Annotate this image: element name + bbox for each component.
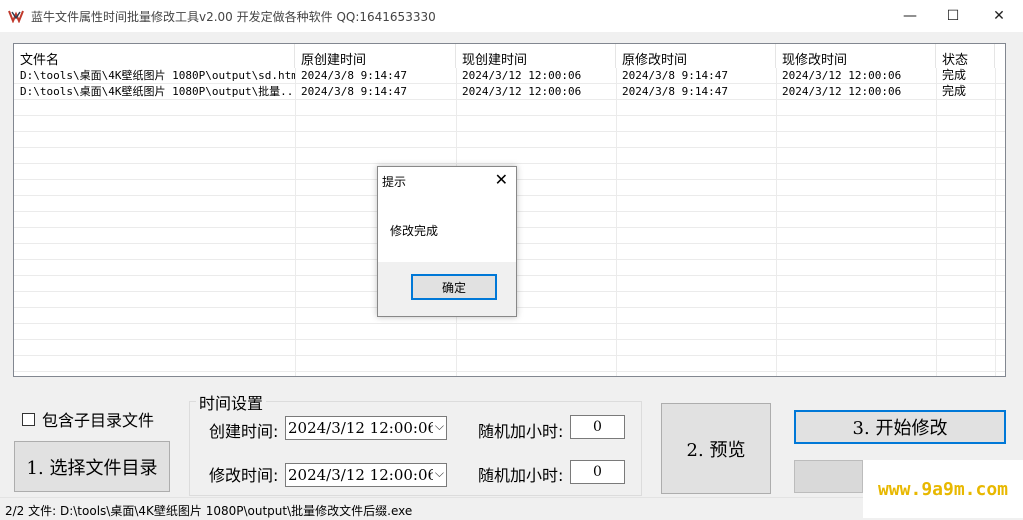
list-header: 文件名 原创建时间 现创建时间 原修改时间 现修改时间 状态 bbox=[14, 44, 995, 68]
title-bar: 蓝牛文件属性时间批量修改工具v2.00 开发定做各种软件 QQ:16416533… bbox=[0, 0, 1023, 32]
create-time-picker[interactable]: 2024/3/12 12:00:06 ⌵ bbox=[285, 416, 447, 440]
random-hours-input-1[interactable]: 0 bbox=[570, 415, 625, 439]
window-title: 蓝牛文件属性时间批量修改工具v2.00 开发定做各种软件 QQ:16416533… bbox=[31, 10, 436, 24]
modify-time-value: 2024/3/12 12:00:06 bbox=[288, 466, 438, 484]
message-dialog: 提示 ✕ 修改完成 确定 bbox=[377, 166, 517, 317]
table-row[interactable]: D:\tools\桌面\4K壁纸图片 1080P\output\sd.htm 2… bbox=[14, 68, 1005, 84]
cell-status: 完成 bbox=[942, 68, 967, 82]
create-time-label: 创建时间: bbox=[209, 422, 279, 441]
create-time-value: 2024/3/12 12:00:06 bbox=[288, 419, 438, 437]
cell-filename: D:\tools\桌面\4K壁纸图片 1080P\output\sd.htm bbox=[20, 69, 295, 82]
dialog-footer: 确定 bbox=[378, 262, 516, 316]
modify-time-picker[interactable]: 2024/3/12 12:00:06 ⌵ bbox=[285, 463, 447, 487]
dialog-title: 提示 bbox=[382, 175, 407, 189]
watermark: www.9a9m.com bbox=[863, 460, 1023, 518]
include-subdirs-checkbox[interactable]: 包含子目录文件 bbox=[22, 407, 154, 431]
random-hours-input-2[interactable]: 0 bbox=[570, 460, 625, 484]
cell-orig-created: 2024/3/8 9:14:47 bbox=[301, 69, 407, 82]
cell-status: 完成 bbox=[942, 84, 967, 98]
table-row[interactable]: D:\tools\桌面\4K壁纸图片 1080P\output\批量... 20… bbox=[14, 84, 1005, 100]
column-header-new-modified[interactable]: 现修改时间 bbox=[776, 44, 936, 68]
cell-orig-created: 2024/3/8 9:14:47 bbox=[301, 85, 407, 98]
progress-bar bbox=[794, 460, 863, 493]
column-header-orig-modified[interactable]: 原修改时间 bbox=[616, 44, 776, 68]
random-hours-label-2: 随机加小时: bbox=[478, 466, 564, 485]
time-settings-legend: 时间设置 bbox=[196, 390, 267, 414]
minimize-button[interactable]: — bbox=[887, 0, 933, 32]
column-header-orig-created[interactable]: 原创建时间 bbox=[295, 44, 456, 68]
cell-orig-modified: 2024/3/8 9:14:47 bbox=[622, 69, 728, 82]
column-header-filename[interactable]: 文件名 bbox=[14, 44, 295, 68]
dialog-message: 修改完成 bbox=[390, 224, 439, 238]
start-modify-button[interactable]: 3. 开始修改 bbox=[794, 410, 1006, 444]
dialog-ok-button[interactable]: 确定 bbox=[411, 274, 497, 300]
dialog-close-icon[interactable]: ✕ bbox=[495, 170, 508, 189]
column-header-status[interactable]: 状态 bbox=[936, 44, 995, 68]
cell-new-created: 2024/3/12 12:00:06 bbox=[462, 69, 582, 82]
close-button[interactable]: ✕ bbox=[976, 0, 1022, 32]
cell-orig-modified: 2024/3/8 9:14:47 bbox=[622, 85, 728, 98]
cell-new-modified: 2024/3/12 12:00:06 bbox=[782, 85, 902, 98]
cell-new-modified: 2024/3/12 12:00:06 bbox=[782, 69, 902, 82]
cell-new-created: 2024/3/12 12:00:06 bbox=[462, 85, 582, 98]
column-header-new-created[interactable]: 现创建时间 bbox=[456, 44, 616, 68]
cell-filename: D:\tools\桌面\4K壁纸图片 1080P\output\批量... bbox=[20, 85, 295, 98]
chevron-down-icon[interactable]: ⌵ bbox=[432, 466, 444, 481]
select-directory-button[interactable]: 1. 选择文件目录 bbox=[14, 441, 170, 492]
random-hours-label-1: 随机加小时: bbox=[478, 422, 564, 441]
checkbox-box-icon[interactable] bbox=[22, 412, 35, 426]
maximize-button[interactable]: ☐ bbox=[930, 0, 976, 32]
modify-time-label: 修改时间: bbox=[209, 466, 279, 485]
include-subdirs-label[interactable]: 包含子目录文件 bbox=[42, 407, 154, 431]
app-logo-icon bbox=[8, 10, 24, 23]
chevron-down-icon[interactable]: ⌵ bbox=[432, 419, 444, 434]
preview-button[interactable]: 2. 预览 bbox=[661, 403, 771, 494]
